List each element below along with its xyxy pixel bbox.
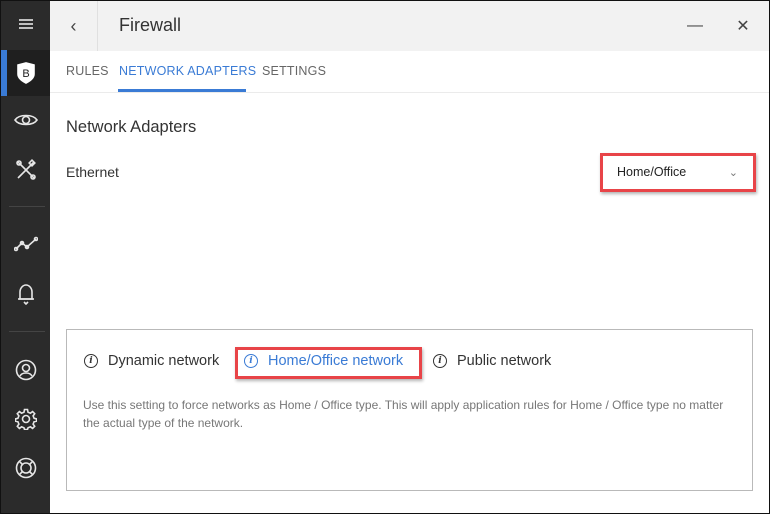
minimize-button[interactable]: — [675,1,715,51]
sidebar-item-notifications[interactable] [1,271,50,317]
chevron-down-icon: ⌄ [728,166,738,179]
sidebar-item-utilities[interactable] [1,147,50,193]
close-icon: ✕ [736,18,750,35]
svg-text:B: B [22,68,29,80]
option-dynamic-network[interactable]: i Dynamic network [84,353,219,369]
bell-icon [17,284,34,305]
option-label: Dynamic network [108,353,220,369]
network-type-dropdown[interactable]: Home/Office ⌄ [605,157,750,187]
sidebar-item-reports[interactable] [1,221,50,267]
tab-network-adapters[interactable]: NETWORK ADAPTERS [119,64,256,78]
option-label: Public network [457,353,552,369]
gear-icon [14,408,37,430]
user-icon [15,359,36,381]
lifebuoy-icon [15,457,36,479]
adapter-label: Ethernet [66,164,119,180]
tab-rules[interactable]: RULES [66,64,109,78]
info-icon: i [84,354,98,368]
sidebar-item-account[interactable] [1,347,50,393]
sidebar-item-settings[interactable] [1,396,50,442]
app-window: B ‹ Firewall — ✕ RULES NETWORK ADAPTERS … [0,0,770,514]
activity-graph-icon [13,236,38,252]
bitdefender-shield-icon: B [16,62,35,84]
sidebar-item-protection[interactable]: B [1,50,50,96]
page-title: Firewall [119,15,182,35]
sidebar: B [1,1,50,513]
title-bar: ‹ Firewall — ✕ [50,1,769,51]
option-description: Use this setting to force networks as Ho… [83,398,724,430]
option-public-network[interactable]: i Public network [433,353,551,369]
back-button[interactable]: ‹ [50,1,98,51]
option-home-office-network[interactable]: i Home/Office network [244,353,403,369]
tools-icon [15,159,36,180]
active-tab-indicator [118,89,246,92]
info-icon: i [433,354,447,368]
minimize-icon: — [687,17,703,34]
tab-bar: RULES NETWORK ADAPTERS SETTINGS [50,51,769,93]
close-button[interactable]: ✕ [723,1,763,51]
eye-icon [13,114,38,126]
option-label: Home/Office network [268,353,404,369]
chevron-left-icon: ‹ [70,15,77,36]
sidebar-item-menu[interactable] [1,1,50,47]
info-icon: i [244,354,258,368]
sidebar-separator [9,331,45,332]
dropdown-value: Home/Office [617,165,687,179]
tab-settings[interactable]: SETTINGS [262,64,326,78]
hamburger-icon [18,19,33,29]
sidebar-item-privacy[interactable] [1,97,50,143]
section-title: Network Adapters [66,118,197,136]
sidebar-separator [9,206,45,207]
sidebar-item-support[interactable] [1,445,50,491]
